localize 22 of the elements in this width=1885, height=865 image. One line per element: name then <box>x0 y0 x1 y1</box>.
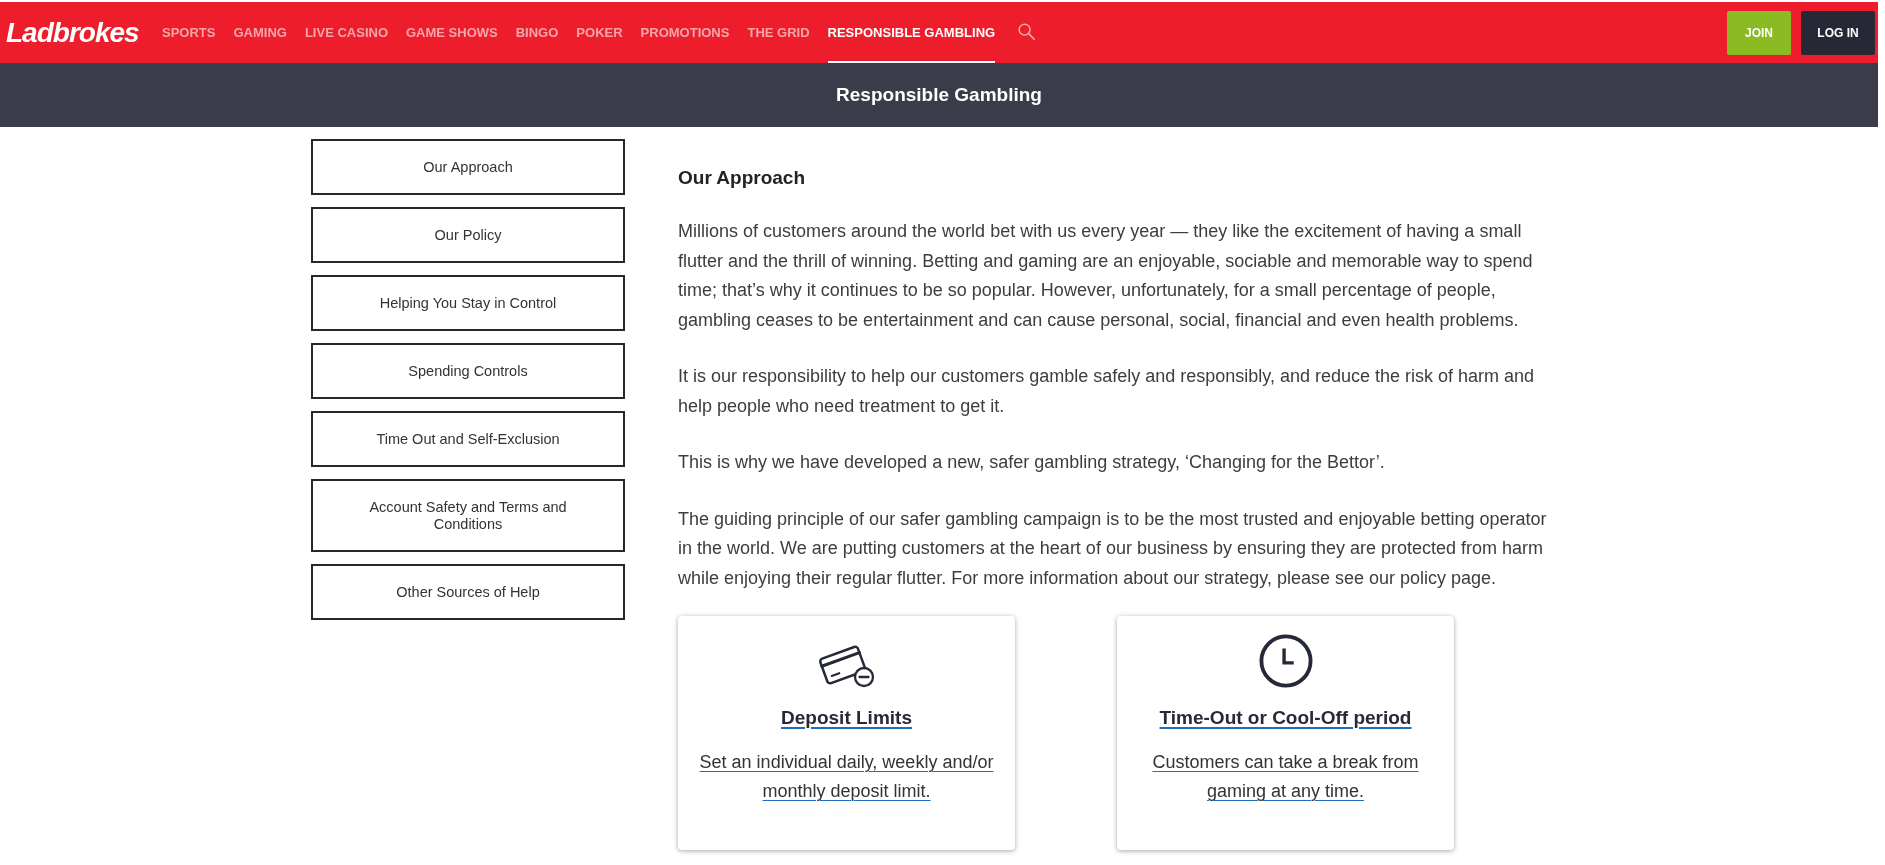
body-paragraph: The guiding principle of our safer gambling campaign is to be the most trusted and enjoyable betting operator in the world. We are putting customers at the heart of our business by ensuring they are protected from harm while enjoying their regular flutter. For more information about our strategy, please see our policy page. <box>678 507 1548 590</box>
login-button[interactable]: LOG IN <box>1801 10 1875 55</box>
section-heading: Our Approach <box>678 166 807 190</box>
card-title-link[interactable]: Time-Out or Cool-Off period <box>1159 705 1412 731</box>
sidebar-link[interactable]: Account Safety and Terms and Conditions <box>311 479 625 552</box>
sidebar-link[interactable]: Helping You Stay in Control <box>311 275 625 331</box>
body-paragraph: Millions of customers around the world bet with us every year — they like the excitement of having a small flutter and the thrill of winning. Betting and gaming are an enjoyable, sociable and memorable way to spend time; that’s why it continues to be so popular. However, unfortunately, for a small percentage of people, gambling ceases to be entertainment and can cause personal, social, financial and even health problems. <box>678 220 1534 332</box>
search-icon[interactable] <box>1018 23 1036 40</box>
body-paragraph: This is why we have developed a new, safer gambling strategy, ‘Changing for the Bettor’. <box>678 451 1386 474</box>
site-logo[interactable]: Ladbrokes <box>6 16 146 49</box>
sidebar-link[interactable]: Spending Controls <box>311 343 625 399</box>
card-title-link[interactable]: Deposit Limits <box>781 705 912 731</box>
sidebar-link[interactable]: Other Sources of Help <box>311 564 625 620</box>
page-title: Responsible Gambling <box>836 83 1042 107</box>
card-description-link[interactable]: Customers can take a break from gaming at any time. <box>1135 748 1436 806</box>
credit-card-minus-icon <box>818 645 875 688</box>
sidebar-link[interactable]: Time Out and Self-Exclusion <box>311 411 625 467</box>
body-paragraph: It is our responsibility to help our customers gamble safely and responsibly, and reduce the risk of harm and help people who need treatment to get it. <box>678 365 1536 418</box>
sidebar-link[interactable]: Our Approach <box>311 139 625 195</box>
clock-icon <box>1258 634 1313 688</box>
sidebar-link[interactable]: Our Policy <box>311 207 625 263</box>
card-description-link[interactable]: Set an individual daily, weekly and/or monthly deposit limit. <box>696 748 997 806</box>
